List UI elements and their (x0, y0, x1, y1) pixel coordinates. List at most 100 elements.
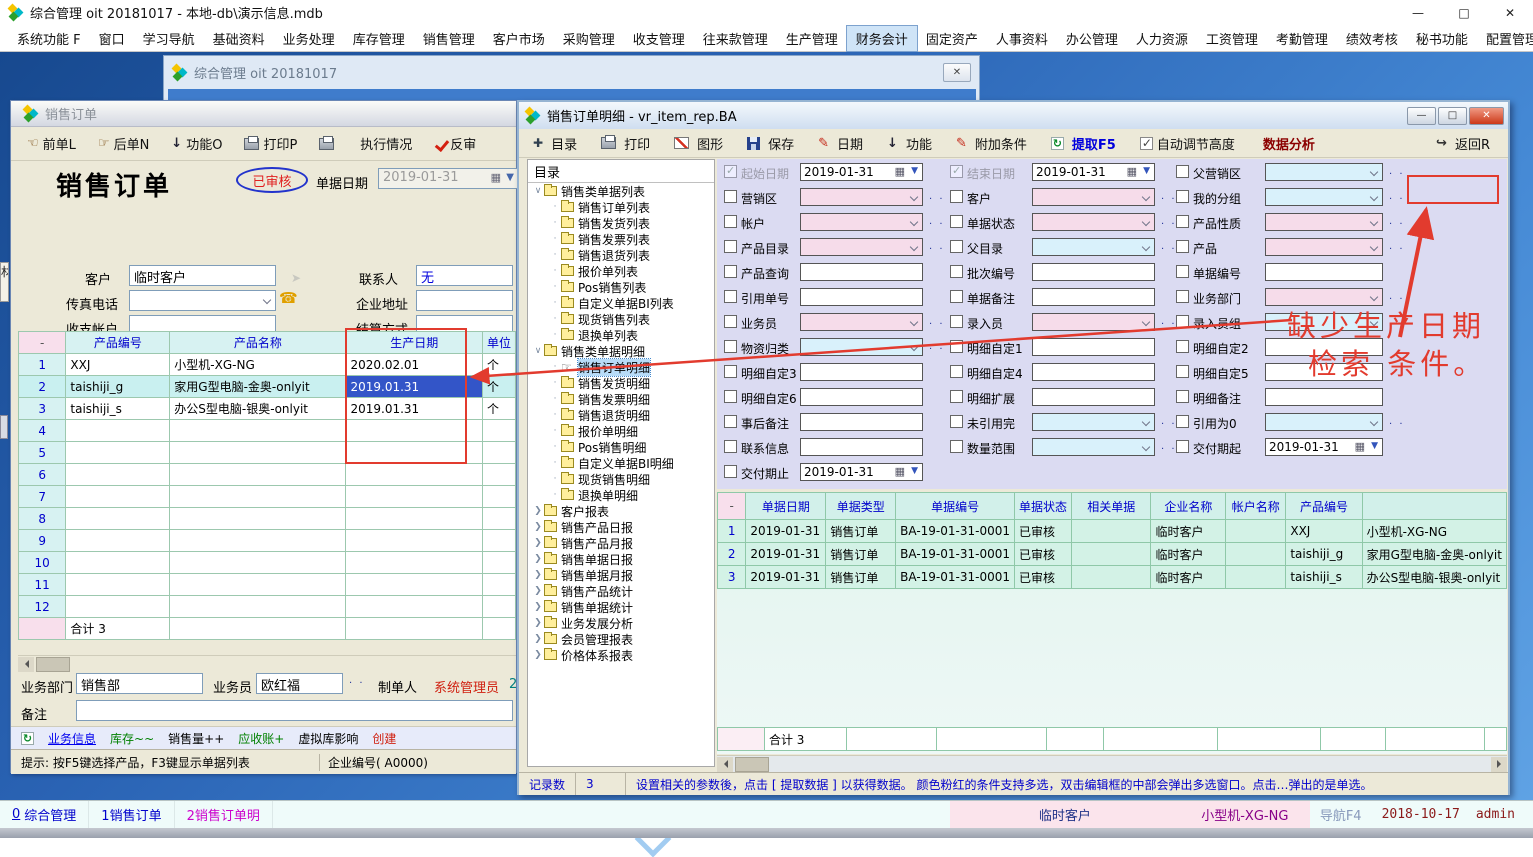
column-header[interactable]: 单据编号 (896, 493, 1015, 520)
empty-cell[interactable] (66, 442, 170, 464)
filter-input-交付期起[interactable]: 2019-01-31▦▼ (1265, 438, 1383, 456)
product-name-cell[interactable]: 办公S型电脑-银奥-onlyit (170, 398, 346, 420)
filter-checkbox-结束日期[interactable] (950, 165, 963, 178)
autoheight-checkbox[interactable] (1140, 137, 1153, 150)
filter-checkbox-引用为0[interactable] (1176, 415, 1189, 428)
menu-item[interactable]: 收支管理 (624, 26, 694, 51)
filter-checkbox-交付期起[interactable] (1176, 440, 1189, 453)
toolbar-button-后单N[interactable]: 后单N (98, 134, 149, 153)
tree-item-销售产品日报[interactable]: ❯销售产品日报 (528, 519, 714, 535)
cell[interactable]: 销售订单 (826, 520, 896, 543)
product-name-cell[interactable]: 小型机-XG-NG (170, 354, 346, 376)
filter-checkbox-录入员[interactable] (950, 315, 963, 328)
column-header[interactable]: 单据状态 (1015, 493, 1072, 520)
cell[interactable]: 办公S型电脑-银奥-onlyit (1362, 566, 1506, 589)
production-date-cell[interactable]: 2019.01.31 (346, 398, 482, 420)
product-code-cell[interactable]: taishiji_g (66, 376, 170, 398)
empty-cell[interactable] (66, 464, 170, 486)
cell[interactable]: 已审核 (1015, 566, 1072, 589)
menu-item[interactable]: 办公管理 (1057, 26, 1127, 51)
filter-checkbox-产品性质[interactable] (1176, 215, 1189, 228)
maximize-button[interactable]: □ (1438, 107, 1467, 125)
cell[interactable] (1226, 543, 1286, 566)
filter-checkbox-单据备注[interactable] (950, 290, 963, 303)
scroll-right-button[interactable] (1491, 757, 1507, 772)
cell[interactable]: BA-19-01-31-0001 (896, 566, 1015, 589)
nav-f4-button[interactable]: 导航F4 (1310, 805, 1372, 824)
detail-grid-hscrollbar[interactable] (717, 755, 1507, 772)
filter-input-父目录[interactable] (1032, 238, 1155, 256)
cell[interactable]: 2019-01-31 (746, 566, 826, 589)
empty-cell[interactable] (170, 464, 346, 486)
toolbar-button-前单L[interactable]: 前单L (27, 134, 76, 153)
filter-checkbox-明细自定4[interactable] (950, 365, 963, 378)
filter-checkbox-明细自定6[interactable] (724, 390, 737, 403)
ellipsis-dots[interactable]: . . (349, 675, 365, 686)
empty-cell[interactable] (66, 420, 170, 442)
cell[interactable]: 小型机-XG-NG (1362, 520, 1506, 543)
tree-item-客户报表[interactable]: ❯客户报表 (528, 503, 714, 519)
row-number-cell[interactable]: 5 (19, 442, 66, 464)
tree-expand-icon[interactable]: ❯ (532, 602, 544, 612)
empty-cell[interactable] (482, 530, 515, 552)
toolbar-button-自动调节高度[interactable]: 自动调节高度 (1140, 134, 1235, 153)
background-window-close-button[interactable]: ✕ (943, 63, 971, 82)
tree-item-销售类单据列表[interactable]: ∨销售类单据列表 (528, 183, 714, 199)
filter-input-起始日期[interactable]: 2019-01-31▦▼ (800, 163, 923, 181)
taskbar-item-1销售订单[interactable]: 1销售订单 (89, 801, 174, 828)
menu-item[interactable]: 考勤管理 (1267, 26, 1337, 51)
menu-item[interactable]: 秘书功能 (1407, 26, 1477, 51)
cell[interactable]: BA-19-01-31-0001 (896, 543, 1015, 566)
menu-item[interactable]: 销售管理 (414, 26, 484, 51)
empty-cell[interactable] (482, 574, 515, 596)
row-number-cell[interactable]: 2 (19, 376, 66, 398)
filter-input-引用为0[interactable] (1265, 413, 1383, 431)
toolbar-button-数据分析[interactable]: 数据分析 (1259, 134, 1315, 153)
filter-input-结束日期[interactable]: 2019-01-31▦▼ (1032, 163, 1155, 181)
ellipsis-dots[interactable]: . . (1161, 441, 1177, 452)
menu-item[interactable]: 固定资产 (917, 26, 987, 51)
unit-cell[interactable]: 个 (482, 376, 515, 398)
filter-checkbox-我的分组[interactable] (1176, 190, 1189, 203)
ellipsis-dots[interactable]: . . (1161, 191, 1177, 202)
column-header[interactable]: - (19, 332, 66, 354)
empty-cell[interactable] (346, 530, 482, 552)
cell[interactable]: 销售订单 (826, 566, 896, 589)
tree-item-销售单据月报[interactable]: ❯销售单据月报 (528, 567, 714, 583)
dropdown-arrow-icon[interactable]: ▼ (1371, 441, 1378, 451)
toolbar-button-打印P[interactable]: 打印P (244, 134, 297, 153)
menu-item[interactable]: 客户市场 (484, 26, 554, 51)
empty-cell[interactable] (346, 464, 482, 486)
toolbar-button-图形[interactable]: 图形 (674, 134, 723, 153)
empty-cell[interactable] (346, 596, 482, 618)
toolbar-button-附加条件[interactable]: 附加条件 (956, 134, 1027, 153)
minimize-button[interactable]: — (1395, 0, 1441, 25)
column-header[interactable]: 单据日期 (746, 493, 826, 520)
fax-select[interactable] (129, 290, 276, 311)
ellipsis-dots[interactable]: . . (929, 216, 945, 227)
tree-expand-icon[interactable]: ∨ (532, 186, 544, 196)
filter-checkbox-明细自定5[interactable] (1176, 365, 1189, 378)
ellipsis-dots[interactable]: . . (1389, 316, 1405, 327)
ellipsis-dots[interactable]: . . (929, 191, 945, 202)
taskbar-item-0 综合管理[interactable]: 0 综合管理 (0, 801, 89, 828)
filter-input-明细自定5[interactable] (1265, 363, 1383, 381)
tree-item-会员管理报表[interactable]: ❯会员管理报表 (528, 631, 714, 647)
toolbar-button-功能O[interactable]: 功能O (171, 134, 222, 153)
ellipsis-dots[interactable]: . . (1389, 166, 1405, 177)
filter-checkbox-父目录[interactable] (950, 240, 963, 253)
empty-cell[interactable] (170, 508, 346, 530)
filter-checkbox-客户[interactable] (950, 190, 963, 203)
filter-checkbox-明细扩展[interactable] (950, 390, 963, 403)
menu-item[interactable]: 绩效考核 (1337, 26, 1407, 51)
row-number-cell[interactable]: 3 (19, 398, 66, 420)
tree-expand-icon[interactable]: ❯ (532, 650, 544, 660)
filter-input-引用单号[interactable] (800, 288, 923, 306)
product-name-cell[interactable]: 家用G型电脑-金奥-onlyit (170, 376, 346, 398)
empty-cell[interactable] (482, 508, 515, 530)
cell[interactable] (1072, 543, 1151, 566)
filter-input-明细扩展[interactable] (1032, 388, 1155, 406)
filter-input-事后备注[interactable] (800, 413, 923, 431)
dept-input[interactable]: 销售部 (76, 673, 203, 694)
filter-input-产品性质[interactable] (1265, 213, 1383, 231)
